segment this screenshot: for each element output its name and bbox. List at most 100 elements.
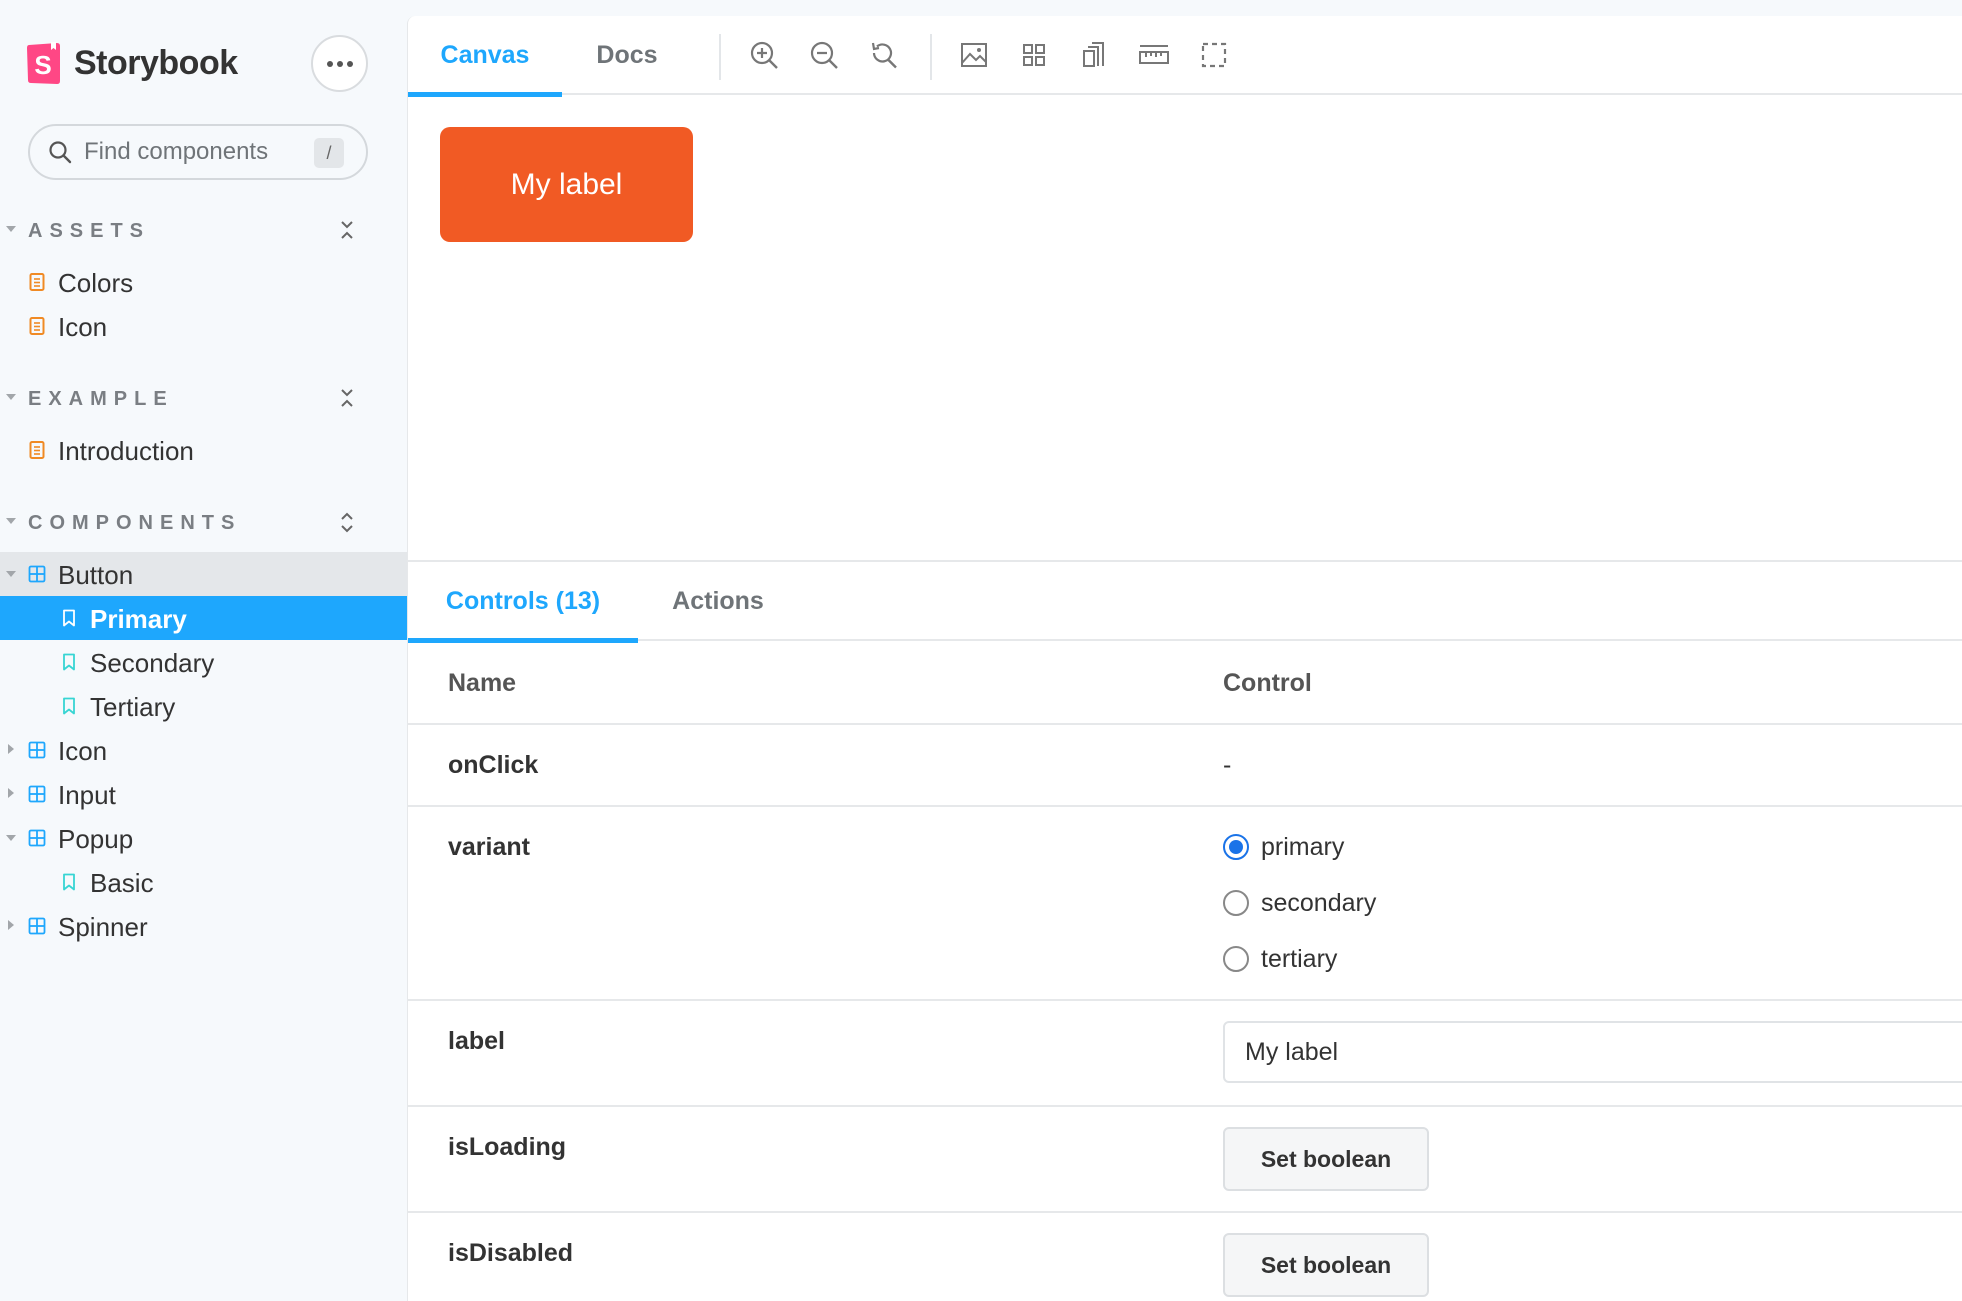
- bookmark-icon: [63, 653, 75, 671]
- sidebar-item-input[interactable]: Input: [0, 772, 407, 816]
- arg-name: variant: [448, 833, 530, 861]
- canvas-preview: My label: [408, 97, 1962, 559]
- menu-dot: [346, 60, 353, 67]
- caret-down-icon: [6, 571, 16, 577]
- document-icon: [29, 441, 45, 459]
- sidebar-item-label: Tertiary: [90, 692, 176, 722]
- storybook-logo-icon: S: [26, 41, 62, 85]
- document-icon: [29, 273, 45, 291]
- background-icon[interactable]: [958, 39, 990, 71]
- sidebar-item-label: Spinner: [58, 912, 148, 942]
- sidebar-item-icon[interactable]: Icon: [0, 728, 407, 772]
- grid-icon[interactable]: [1018, 39, 1050, 71]
- table-row: label: [408, 1001, 1962, 1107]
- section-label: ASSETS: [28, 220, 151, 242]
- arg-value: -: [1223, 751, 1232, 779]
- caret-down-icon: [6, 394, 16, 400]
- tab-docs[interactable]: Docs: [562, 16, 692, 95]
- radio-unchecked-icon[interactable]: [1223, 890, 1249, 916]
- zoom-out-icon[interactable]: [808, 39, 840, 71]
- table-row: variant primary secondary tertiary: [408, 807, 1962, 1001]
- sidebar-item-secondary[interactable]: Secondary: [0, 640, 407, 684]
- table-row: isLoading Set boolean: [408, 1107, 1962, 1213]
- set-boolean-button[interactable]: Set boolean: [1223, 1127, 1429, 1191]
- table-header: Name Control: [408, 643, 1962, 725]
- zoom-in-icon[interactable]: [748, 39, 780, 71]
- radio-primary[interactable]: primary: [1223, 832, 1344, 862]
- menu-button[interactable]: [311, 35, 368, 92]
- radio-unchecked-icon[interactable]: [1223, 946, 1249, 972]
- collapse-icon[interactable]: [337, 216, 357, 246]
- arg-name: isLoading: [448, 1133, 567, 1161]
- caret-down-icon: [6, 226, 16, 232]
- tab-canvas[interactable]: Canvas: [408, 16, 562, 97]
- component-icon: [28, 917, 46, 935]
- tab-actions[interactable]: Actions: [638, 562, 798, 641]
- addons-panel: Controls (13) Actions Name Control onCli…: [408, 560, 1962, 1301]
- radio-tertiary[interactable]: tertiary: [1223, 944, 1337, 974]
- sidebar-item-spinner[interactable]: Spinner: [0, 904, 407, 948]
- section-label: EXAMPLE: [28, 388, 174, 410]
- outline-icon[interactable]: [1198, 39, 1230, 71]
- arg-name: label: [448, 1027, 505, 1055]
- sidebar-item-label: Secondary: [90, 648, 215, 678]
- radio-secondary[interactable]: secondary: [1223, 888, 1376, 918]
- tab-controls[interactable]: Controls (13): [408, 562, 638, 643]
- section-example[interactable]: EXAMPLE: [0, 380, 407, 420]
- radio-label: secondary: [1261, 888, 1377, 917]
- sidebar-item-label: Colors: [58, 268, 134, 298]
- sidebar-item-label: Basic: [90, 868, 154, 898]
- component-icon: [28, 565, 46, 583]
- bookmark-icon: [63, 873, 75, 891]
- search-icon: [49, 141, 72, 164]
- search-shortcut: /: [314, 138, 344, 168]
- sidebar-item-label: Primary: [90, 604, 187, 634]
- document-icon: [29, 317, 45, 335]
- sidebar-item-popup[interactable]: Popup: [0, 816, 407, 860]
- toolbar-divider: [930, 34, 932, 80]
- caret-down-icon: [6, 518, 16, 524]
- sidebar-item-button[interactable]: Button: [0, 552, 407, 596]
- section-label: COMPONENTS: [28, 512, 242, 534]
- component-icon: [28, 829, 46, 847]
- bookmark-icon: [63, 697, 75, 715]
- svg-text:S: S: [34, 50, 51, 80]
- section-components[interactable]: COMPONENTS: [0, 504, 407, 544]
- sidebar-item-label: Introduction: [58, 436, 194, 466]
- component-icon: [28, 785, 46, 803]
- collapse-icon[interactable]: [337, 384, 357, 414]
- arg-name: isDisabled: [448, 1239, 574, 1267]
- toolbar-divider: [719, 34, 721, 80]
- radio-label: tertiary: [1261, 944, 1338, 973]
- sidebar-item-basic[interactable]: Basic: [0, 860, 407, 904]
- sidebar-item-label: Button: [58, 560, 134, 590]
- sidebar-item-colors[interactable]: Colors: [0, 260, 407, 304]
- caret-right-icon: [8, 788, 14, 798]
- set-boolean-button[interactable]: Set boolean: [1223, 1233, 1429, 1297]
- search-box[interactable]: /: [28, 124, 368, 180]
- sidebar-item-primary[interactable]: Primary: [0, 596, 407, 640]
- brand-name: Storybook: [74, 43, 238, 82]
- radio-label: primary: [1261, 832, 1345, 861]
- table-row: isDisabled Set boolean: [408, 1213, 1962, 1301]
- sidebar-item-icon-doc[interactable]: Icon: [0, 304, 407, 348]
- label-field[interactable]: [1223, 1021, 1962, 1083]
- preview-button[interactable]: My label: [440, 127, 693, 242]
- addon-tabs: Controls (13) Actions: [408, 562, 1962, 643]
- section-assets[interactable]: ASSETS: [0, 212, 407, 252]
- toolbar: Canvas Docs: [408, 16, 1962, 97]
- brand[interactable]: S Storybook: [26, 40, 238, 86]
- sidebar-item-introduction[interactable]: Introduction: [0, 428, 407, 472]
- viewport-icon[interactable]: [1078, 39, 1110, 71]
- arg-name: onClick: [448, 751, 539, 779]
- expand-icon[interactable]: [337, 508, 357, 538]
- sidebar-item-tertiary[interactable]: Tertiary: [0, 684, 407, 728]
- radio-checked-icon[interactable]: [1223, 834, 1249, 860]
- menu-dot: [336, 60, 343, 67]
- sidebar-item-label: Input: [58, 780, 116, 810]
- table-row: onClick -: [408, 725, 1962, 807]
- zoom-reset-icon[interactable]: [868, 39, 900, 71]
- column-header-control: Control: [1223, 669, 1312, 697]
- search-input[interactable]: [84, 138, 294, 166]
- measure-icon[interactable]: [1138, 39, 1170, 71]
